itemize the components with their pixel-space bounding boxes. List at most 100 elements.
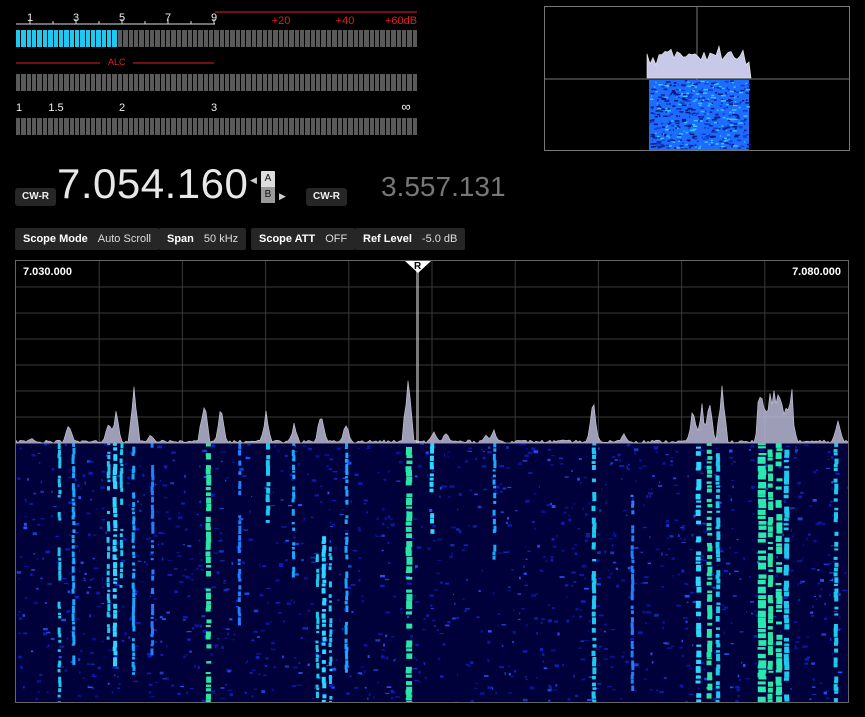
meter-segment (160, 118, 166, 135)
meter-segment (214, 74, 219, 91)
meter-segment (316, 74, 321, 91)
meter-segment (337, 74, 342, 91)
meter-segment (225, 74, 230, 91)
meter-segment (176, 118, 182, 135)
main-frequency-display[interactable]: 7.054.160 (57, 160, 248, 208)
meter-segment (359, 118, 364, 135)
meter-segment (305, 30, 310, 47)
meter-segment (267, 30, 273, 47)
meter-segment (380, 30, 385, 47)
meter-segment (149, 74, 155, 91)
meter-segment (321, 30, 326, 47)
meter-segment (326, 30, 332, 47)
meter-segment (58, 118, 64, 135)
meter-segment (407, 30, 412, 47)
meter-segment (348, 30, 353, 47)
meter-segment (214, 30, 219, 47)
meter-segment (401, 74, 407, 91)
main-mode-button[interactable]: CW-R (15, 188, 57, 206)
meter-segment (257, 74, 262, 91)
meter-segment (235, 74, 241, 91)
meter-segment (160, 30, 166, 47)
meter-segment (117, 30, 123, 47)
meter-segment (91, 74, 96, 91)
sub-frequency-display[interactable]: 3.557.131 (381, 171, 506, 203)
meter-segment (375, 30, 380, 47)
meter-segment (230, 74, 235, 91)
meter-segment (278, 74, 283, 91)
meter-segment (208, 30, 214, 47)
meter-segment (85, 30, 91, 47)
meter-segment (241, 74, 246, 91)
meter-segment (166, 30, 171, 47)
meter-segment (273, 118, 278, 135)
meter-segment (310, 118, 316, 135)
span-value: 50 kHz (203, 233, 239, 245)
meter-segment (369, 118, 375, 135)
meter-segment (391, 118, 396, 135)
meter-segment (364, 30, 369, 47)
scope-mode-button[interactable]: Scope Mode Auto Scroll (15, 228, 159, 250)
meter-segment (294, 74, 300, 91)
meter-segment (332, 118, 337, 135)
meter-segment (219, 74, 225, 91)
meter-segment (133, 74, 139, 91)
meter-segment (74, 118, 80, 135)
scope-att-button[interactable]: Scope ATT OFF (251, 228, 356, 250)
span-key: Span (167, 233, 194, 245)
vfo-ab-selector[interactable]: A B (261, 171, 275, 203)
sub-mode-button[interactable]: CW-R (306, 188, 348, 206)
meter-segment (91, 118, 96, 135)
meter-segment (283, 30, 289, 47)
meter-segment (96, 118, 101, 135)
meter-segment (380, 118, 385, 135)
main-band-scope[interactable]: 7.030.000 7.080.000 R (15, 260, 849, 703)
meter-segment (342, 30, 348, 47)
meter-segment (80, 30, 85, 47)
meter-segment (64, 74, 69, 91)
meter-segment (401, 30, 407, 47)
meter-segment (283, 118, 289, 135)
meter-segment (241, 118, 246, 135)
meter-segment (375, 74, 380, 91)
meter-segment (123, 30, 128, 47)
meter-segment (262, 74, 267, 91)
spectrum-waterfall-display (16, 261, 848, 702)
scope-mode-key: Scope Mode (23, 233, 88, 245)
ref-level-button[interactable]: Ref Level -5.0 dB (355, 228, 466, 250)
meter-segment (267, 74, 273, 91)
vfo-left-arrow-icon[interactable]: ◀ (250, 175, 257, 186)
ref-level-value: -5.0 dB (421, 233, 458, 245)
meter-segment (246, 74, 251, 91)
meter-segment (32, 118, 37, 135)
meter-segment (230, 30, 235, 47)
meter-segment (69, 30, 74, 47)
meter-segment (225, 30, 230, 47)
sub-band-scope[interactable] (544, 6, 850, 151)
meter-segment (230, 118, 235, 135)
meter-segment (235, 30, 241, 47)
meter-segment (182, 74, 187, 91)
meter-segment (112, 74, 117, 91)
span-button[interactable]: Span 50 kHz (159, 228, 247, 250)
swr-scale-label: ∞ (401, 99, 411, 114)
meter-segment (187, 30, 192, 47)
meter-segment (305, 74, 310, 91)
meter-segment (107, 118, 112, 135)
sub-band-scope-display (545, 7, 849, 150)
scope-mode-value: Auto Scroll (97, 233, 151, 245)
meter-segment (96, 74, 101, 91)
vfo-a-label: A (264, 173, 272, 184)
vfo-right-arrow-icon[interactable]: ▶ (279, 191, 286, 202)
mini-spectrum-trace (646, 44, 752, 79)
meter-segment (412, 30, 417, 47)
meter-segment (300, 30, 305, 47)
meter-segment (375, 118, 380, 135)
swr-scale: 1 1.5 2 3 ∞ (0, 99, 430, 116)
meter-segment (144, 118, 149, 135)
meter-segment (155, 30, 160, 47)
meter-segment (37, 30, 42, 47)
meter-segment (128, 74, 133, 91)
meter-segment (391, 74, 396, 91)
meter-segment (187, 118, 192, 135)
